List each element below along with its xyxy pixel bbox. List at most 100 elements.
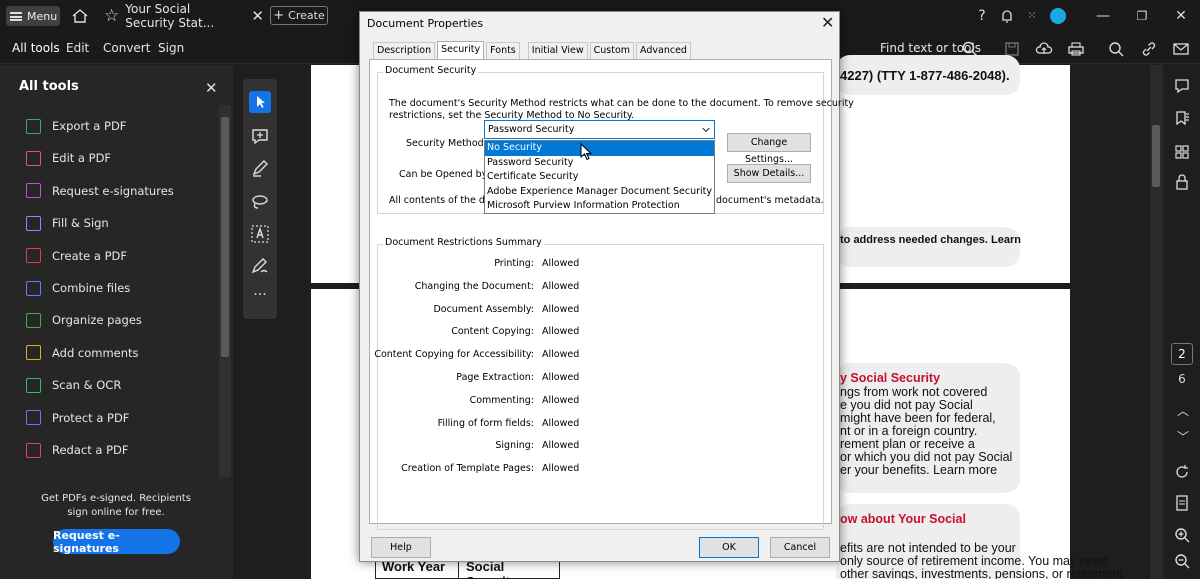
tool-item-edit-pdf[interactable]: Edit a PDF <box>26 147 111 169</box>
close-window-icon[interactable]: ✕ <box>1172 7 1190 25</box>
tab-initial-view[interactable]: Initial View <box>527 42 588 59</box>
tool-item-label: Export a PDF <box>52 119 127 133</box>
dropdown-option[interactable]: Certificate Security <box>485 170 714 185</box>
show-details-button[interactable]: Show Details... <box>727 164 811 183</box>
print-icon[interactable] <box>1067 40 1085 58</box>
avatar[interactable] <box>1049 7 1067 25</box>
highlight-pen-icon[interactable] <box>249 157 271 179</box>
document-scrollbar[interactable] <box>1150 65 1162 579</box>
tool-item-request-esignatures[interactable]: Request e-signatures <box>26 180 174 202</box>
tab-description[interactable]: Description <box>373 42 436 59</box>
dropdown-option[interactable]: Adobe Experience Manager Document Securi… <box>485 185 714 200</box>
thumbnails-icon[interactable] <box>1173 143 1191 161</box>
promo-box: Get PDFs e-signed. Recipients sign onlin… <box>0 477 233 579</box>
restore-icon[interactable]: ❐ <box>1133 7 1151 25</box>
page-fit-icon[interactable] <box>1173 494 1191 512</box>
menu-edit[interactable]: Edit <box>66 41 89 55</box>
protect-pdf-icon <box>26 410 41 426</box>
create-pdf-icon <box>26 248 41 264</box>
help-button[interactable]: Help <box>371 537 431 558</box>
more-tools-icon[interactable]: ··· <box>249 287 271 309</box>
document-tab[interactable]: ☆ Your Social Security Stat... ✕ <box>96 0 264 32</box>
tool-item-fill-sign[interactable]: Fill & Sign <box>26 212 109 234</box>
scrollbar-thumb[interactable] <box>1152 125 1160 187</box>
body-text-line: or which you did not pay Social <box>840 450 1013 464</box>
change-settings-button[interactable]: Change Settings... <box>727 133 811 165</box>
hamburger-icon <box>10 11 22 21</box>
close-panel-icon[interactable]: ✕ <box>205 79 218 97</box>
redact-pdf-icon <box>26 442 41 458</box>
lock-icon[interactable] <box>1173 173 1191 191</box>
tab-fonts[interactable]: Fonts <box>486 42 520 59</box>
menu-convert[interactable]: Convert <box>103 41 150 55</box>
select-tool-icon[interactable] <box>249 91 271 113</box>
cancel-button[interactable]: Cancel <box>770 537 830 558</box>
scrollbar-thumb[interactable] <box>221 117 229 357</box>
restriction-label: Page Extraction: <box>456 372 534 383</box>
menu-all-tools[interactable]: All tools <box>12 41 60 55</box>
text-box-icon[interactable] <box>249 223 271 245</box>
restriction-label: Content Copying for Accessibility: <box>374 349 534 361</box>
rotate-icon[interactable] <box>1173 463 1191 481</box>
sign-icon[interactable] <box>249 255 271 277</box>
tool-item-organize-pages[interactable]: Organize pages <box>26 309 142 331</box>
request-esignatures-icon <box>26 183 41 199</box>
tool-item-create-pdf[interactable]: Create a PDF <box>26 245 127 267</box>
tab-title: Your Social Security Stat... <box>125 2 215 30</box>
minimize-icon[interactable]: — <box>1094 7 1112 25</box>
cloud-upload-icon[interactable] <box>1035 40 1053 58</box>
restriction-value: Allowed <box>542 417 580 429</box>
tool-item-scan-ocr[interactable]: Scan & OCR <box>26 374 121 396</box>
dialog-close-icon[interactable]: ✕ <box>821 13 834 32</box>
scan-ocr-icon <box>26 377 41 393</box>
mouse-cursor-icon <box>580 143 593 161</box>
tool-item-protect-pdf[interactable]: Protect a PDF <box>26 407 129 429</box>
draw-freeform-icon[interactable] <box>249 190 271 212</box>
dropdown-option[interactable]: No Security <box>485 141 714 156</box>
star-icon[interactable]: ☆ <box>104 6 119 26</box>
add-comments-icon <box>26 345 41 361</box>
tab-security[interactable]: Security <box>437 41 485 60</box>
tool-item-label: Edit a PDF <box>52 151 112 166</box>
zoom-icon[interactable] <box>1107 40 1125 58</box>
bell-icon[interactable] <box>998 7 1016 25</box>
home-icon[interactable] <box>71 7 89 25</box>
edit-pdf-icon <box>26 150 41 166</box>
tab-custom[interactable]: Custom <box>589 42 635 59</box>
dropdown-option[interactable]: Microsoft Purview Information Protection <box>485 199 714 214</box>
zoom-in-icon[interactable] <box>1173 526 1191 544</box>
restriction-value: Allowed <box>542 440 580 452</box>
panel-scrollbar[interactable] <box>219 105 231 477</box>
dropdown-option[interactable]: Password Security <box>485 156 714 171</box>
tool-item-export-pdf[interactable]: Export a PDF <box>26 115 126 137</box>
chevron-up-icon[interactable]: ︿ <box>1174 402 1192 420</box>
tool-item-add-comments[interactable]: Add comments <box>26 342 139 364</box>
body-text-line: only source of retirement income. You ma… <box>840 554 1108 568</box>
close-tab-icon[interactable]: ✕ <box>251 7 264 25</box>
security-method-select[interactable]: Password Security <box>484 120 715 139</box>
comments-panel-icon[interactable] <box>1173 77 1191 95</box>
request-e-signatures-button[interactable]: Request e-signatures <box>53 529 180 555</box>
link-icon[interactable] <box>1140 40 1158 58</box>
menu-button[interactable]: Menu <box>6 6 60 26</box>
add-comment-icon[interactable] <box>249 125 271 147</box>
apps-grid-icon[interactable]: ⁙ <box>1023 7 1041 25</box>
body-text-line: er your benefits. Learn more <box>840 463 998 477</box>
zoom-out-icon[interactable] <box>1173 552 1191 570</box>
tab-advanced[interactable]: Advanced <box>636 42 691 59</box>
tool-item-label: Combine files <box>52 281 131 295</box>
ok-button[interactable]: OK <box>699 537 759 558</box>
tool-item-redact-pdf[interactable]: Redact a PDF <box>26 439 129 461</box>
chevron-down-icon[interactable]: ﹀ <box>1174 428 1192 446</box>
mail-icon[interactable] <box>1172 40 1190 58</box>
dialog-title: Document Properties <box>367 17 484 30</box>
create-button[interactable]: + Create <box>270 6 328 25</box>
menu-sign[interactable]: Sign <box>158 41 184 55</box>
tool-item-combine-files[interactable]: Combine files <box>26 277 130 299</box>
current-page-field[interactable]: 2 <box>1171 343 1193 365</box>
bookmark-panel-icon[interactable] <box>1173 109 1191 127</box>
chevron-down-icon[interactable] <box>697 121 714 138</box>
tool-item-label: Create a PDF <box>52 248 127 263</box>
help-icon[interactable]: ? <box>973 7 991 25</box>
create-label: Create <box>288 9 325 22</box>
